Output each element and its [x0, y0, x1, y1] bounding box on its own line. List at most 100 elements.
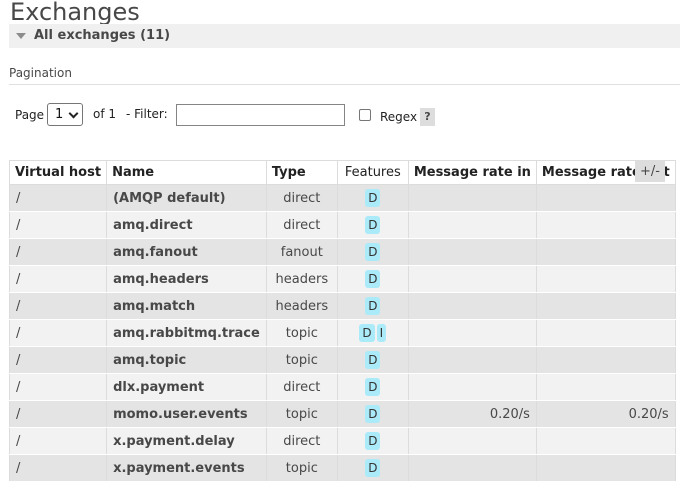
table-row[interactable]: / amq.headers headers D [8, 265, 676, 293]
cell-exchange-name-link[interactable]: momo.user.events [106, 400, 267, 428]
cell-exchange-name-link[interactable]: x.payment.delay [106, 427, 267, 455]
cell-vhost: / [8, 184, 108, 212]
column-header-rate-in[interactable]: Message rate in [407, 160, 537, 185]
column-header-name[interactable]: Name [106, 160, 267, 185]
column-header-type[interactable]: Type [265, 160, 338, 185]
cell-exchange-name-link[interactable]: amq.match [106, 292, 267, 320]
cell-type: headers [265, 292, 338, 320]
durable-feature-badge: D [365, 432, 381, 450]
regex-label: Regex [380, 110, 418, 124]
table-row[interactable]: / (AMQP default) direct D [8, 184, 676, 212]
durable-feature-badge: D [365, 216, 381, 234]
table-row[interactable]: / x.payment.delay direct D [8, 427, 676, 455]
cell-exchange-name-link[interactable]: amq.headers [106, 265, 267, 293]
cell-rate-in [407, 427, 537, 455]
cell-rate-out [535, 265, 676, 293]
page-label: Page [15, 108, 45, 122]
collapse-arrow-icon [16, 33, 26, 39]
filter-input[interactable] [176, 104, 345, 126]
cell-features: D [336, 211, 409, 239]
cell-vhost: / [8, 265, 108, 293]
cell-vhost: / [8, 292, 108, 320]
cell-vhost: / [8, 319, 108, 347]
cell-rate-in: 0.20/s [407, 400, 537, 428]
cell-features: D [336, 373, 409, 401]
table-row[interactable]: / amq.topic topic D [8, 346, 676, 374]
cell-features: D [336, 400, 409, 428]
cell-rate-out [535, 319, 676, 347]
column-header-features: Features [336, 160, 409, 185]
page-count-label: of 1 [93, 107, 117, 121]
regex-checkbox[interactable] [359, 109, 371, 121]
table-row[interactable]: / dlx.payment direct D [8, 373, 676, 401]
cell-vhost: / [8, 373, 108, 401]
pagination-title: Pagination [9, 66, 72, 80]
cell-exchange-name-link[interactable]: amq.topic [106, 346, 267, 374]
filter-label: - Filter: [126, 107, 168, 121]
table-row[interactable]: / amq.fanout fanout D [8, 238, 676, 266]
table-row[interactable]: / amq.match headers D [8, 292, 676, 320]
cell-rate-in [407, 211, 537, 239]
page-select[interactable]: 1 [47, 103, 83, 126]
cell-rate-out [535, 211, 676, 239]
column-header-vhost[interactable]: Virtual host [8, 160, 108, 185]
cell-exchange-name-link[interactable]: dlx.payment [106, 373, 267, 401]
regex-help-button[interactable]: ? [420, 108, 435, 126]
table-header-row: Virtual host Name Type Features Message … [8, 160, 676, 185]
cell-vhost: / [8, 454, 108, 482]
page-select-value: 1 [55, 107, 64, 122]
durable-feature-badge: D [365, 378, 381, 396]
section-header-label: All exchanges (11) [34, 28, 171, 43]
table-row[interactable]: / amq.direct direct D [8, 211, 676, 239]
all-exchanges-toggle[interactable]: All exchanges (11) [9, 24, 680, 48]
durable-feature-badge: D [365, 405, 381, 423]
cell-rate-out [535, 184, 676, 212]
cell-type: topic [265, 346, 338, 374]
cell-features: D [336, 184, 409, 212]
cell-vhost: / [8, 211, 108, 239]
cell-rate-in [407, 184, 537, 212]
cell-rate-out [535, 373, 676, 401]
cell-rate-in [407, 454, 537, 482]
durable-feature-badge: D [359, 324, 375, 342]
cell-rate-in [407, 292, 537, 320]
cell-features: D [336, 454, 409, 482]
durable-feature-badge: D [365, 243, 381, 261]
pagination-divider [9, 84, 680, 85]
table-row[interactable]: / x.payment.events topic D [8, 454, 676, 482]
durable-feature-badge: D [365, 189, 381, 207]
durable-feature-badge: D [365, 270, 381, 288]
cell-rate-in [407, 319, 537, 347]
cell-rate-in [407, 265, 537, 293]
cell-type: direct [265, 211, 338, 239]
cell-exchange-name-link[interactable]: amq.rabbitmq.trace [106, 319, 267, 347]
cell-rate-out [535, 346, 676, 374]
cell-exchange-name-link[interactable]: x.payment.events [106, 454, 267, 482]
cell-type: fanout [265, 238, 338, 266]
cell-rate-out [535, 238, 676, 266]
table-row[interactable]: / amq.rabbitmq.trace topic D I [8, 319, 676, 347]
cell-vhost: / [8, 427, 108, 455]
cell-rate-out: 0.20/s [535, 400, 676, 428]
cell-exchange-name-link[interactable]: amq.direct [106, 211, 267, 239]
cell-exchange-name-link[interactable]: amq.fanout [106, 238, 267, 266]
cell-exchange-name-link[interactable]: (AMQP default) [106, 184, 267, 212]
cell-features: D [336, 292, 409, 320]
cell-type: direct [265, 427, 338, 455]
cell-rate-in [407, 373, 537, 401]
cell-rate-out [535, 427, 676, 455]
cell-type: direct [265, 184, 338, 212]
exchanges-table: Virtual host Name Type Features Message … [8, 160, 676, 482]
durable-feature-badge: D [365, 351, 381, 369]
cell-vhost: / [8, 238, 108, 266]
cell-rate-in [407, 346, 537, 374]
cell-features: D [336, 346, 409, 374]
durable-feature-badge: D [365, 297, 381, 315]
columns-toggle-button[interactable]: +/- [635, 161, 665, 182]
cell-type: topic [265, 319, 338, 347]
cell-features: D [336, 238, 409, 266]
cell-rate-out [535, 292, 676, 320]
cell-features: D [336, 427, 409, 455]
table-row[interactable]: / momo.user.events topic D 0.20/s 0.20/s [8, 400, 676, 428]
cell-rate-out [535, 454, 676, 482]
